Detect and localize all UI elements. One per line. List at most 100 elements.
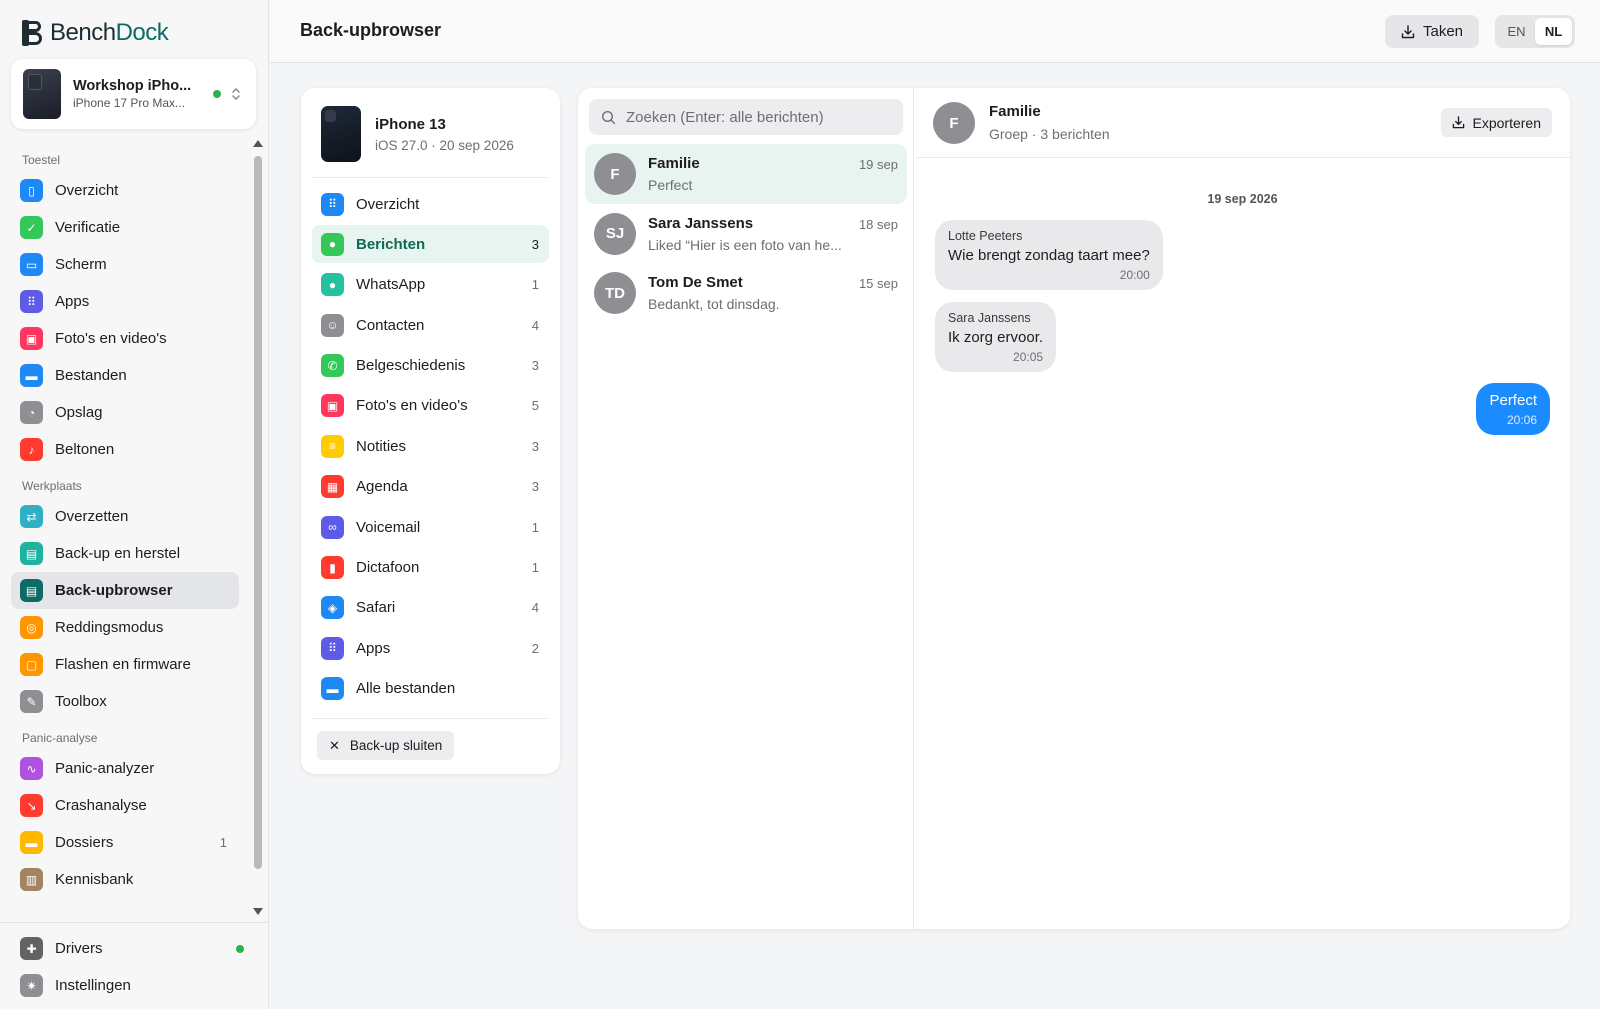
scroll-down-arrow-icon[interactable] [253,908,263,915]
microphone-icon: ▮ [321,556,344,580]
backup-category-alle-bestanden[interactable]: ▬ Alle bestanden [312,670,549,708]
item-count-badge: 2 [531,640,539,656]
backup-category-berichten[interactable]: ● Berichten 3 [312,225,549,264]
nav-section-toestel: Toestel [22,153,61,167]
sidebar-item-panic-analyzer[interactable]: ∿ Panic-analyzer [11,750,239,787]
scrollbar-thumb[interactable] [254,156,262,869]
device-thumbnail [23,69,61,119]
sidebar-item-label: Opslag [55,404,103,421]
sidebar-item-reddingsmodus[interactable]: ◎ Reddingsmodus [11,609,239,646]
backup-category-label: Foto's en video's [356,397,468,415]
backup-device-thumbnail [321,106,361,162]
waveform-icon: ∿ [20,757,43,780]
sidebar-item-foto-s-en-video-s[interactable]: ▣ Foto's en video's [11,320,239,357]
divider [312,718,549,719]
sidebar-item-label: Reddingsmodus [55,619,164,636]
export-label: Exporteren [1472,114,1541,131]
top-header: Back-upbrowser Taken EN NL [270,0,1600,63]
sidebar-item-opslag[interactable]: ◔ Opslag [11,394,239,431]
sidebar-item-scherm[interactable]: ▭ Scherm [11,246,239,283]
music-note-icon: ♪ [20,438,43,461]
conversation-item[interactable]: TD Tom De Smet 15 sep Bedankt, tot dinsd… [585,263,907,323]
download-tray-icon [1452,116,1464,129]
message-text: Ik zorg ervoor. [948,329,1044,346]
sidebar-item-kennisbank[interactable]: ▥ Kennisbank [11,861,239,898]
transfer-arrows-icon: ⇄ [20,505,43,528]
nav-section-werkplaats: Werkplaats [22,479,82,493]
calendar-icon: ▦ [321,475,344,499]
sidebar-item-label: Verificatie [55,219,121,236]
search-box[interactable] [589,99,903,135]
item-count-badge: 5 [531,398,539,414]
backup-category-contacten[interactable]: ☺ Contacten 4 [312,306,549,344]
backup-category-label: Notities [356,437,407,455]
avatar: F [933,102,975,144]
brand-name-part2: Dock [115,19,169,46]
backup-category-label: Dictafoon [356,559,420,577]
tasks-button[interactable]: Taken [1385,15,1479,48]
conversation-item[interactable]: SJ Sara Janssens 18 sep Liked “Hier is e… [585,204,907,264]
folder-icon: ▬ [20,364,43,387]
conversation-preview: Perfect [648,177,693,193]
folder-icon: ▬ [321,677,344,701]
sidebar-item-back-up-en-herstel[interactable]: ▤ Back-up en herstel [11,535,239,572]
message-text: Perfect [1489,392,1537,409]
backup-category-apps[interactable]: ⠿ Apps 2 [312,629,549,667]
sidebar-item-flashen-en-firmware[interactable]: ▢ Flashen en firmware [11,646,239,683]
backup-category-foto-s-en-video-s[interactable]: ▣ Foto's en video's 5 [312,387,549,425]
sidebar-item-dossiers[interactable]: ▬ Dossiers 1 [11,824,239,861]
photo-icon: ▣ [20,327,43,350]
sidebar-item-label: Apps [55,293,90,310]
device-selector[interactable]: Workshop iPho... iPhone 17 Pro Max... [11,59,256,129]
conversation-item[interactable]: F Familie 19 sep Perfect [585,144,907,204]
archive-browser-icon: ▤ [20,579,43,602]
backup-category-belgeschiedenis[interactable]: ✆ Belgeschiedenis 3 [312,347,549,385]
screen-icon: ▭ [20,253,43,276]
backup-category-label: Voicemail [356,518,421,536]
message-time: 20:00 [1119,268,1150,282]
sidebar-item-crashanalyse[interactable]: ↘ Crashanalyse [11,787,239,824]
day-separator: 19 sep 2026 [1207,192,1278,206]
backup-panel: iPhone 13 iOS 27.0 · 20 sep 2026 ⠿ Overzi… [301,88,560,774]
sidebar-item-apps[interactable]: ⠿ Apps [11,283,239,320]
item-count-badge: 1 [219,835,227,850]
lang-en-button[interactable]: EN [1498,18,1535,45]
sidebar-item-label: Back-upbrowser [55,582,173,599]
sidebar-item-beltonen[interactable]: ♪ Beltonen [11,431,239,468]
sidebar-item-verificatie[interactable]: ✓ Verificatie [11,209,239,246]
thread-subtitle: Groep · 3 berichten [989,126,1110,142]
lang-nl-button[interactable]: NL [1535,18,1572,45]
backup-category-notities[interactable]: ≡ Notities 3 [312,427,549,465]
sidebar-item-label: Foto's en video's [55,330,167,347]
sidebar-item-toolbox[interactable]: ✎ Toolbox [11,683,239,720]
scroll-up-arrow-icon[interactable] [253,140,263,147]
export-button[interactable]: Exporteren [1440,108,1552,137]
backup-category-whatsapp[interactable]: ● WhatsApp 1 [312,266,549,304]
backup-category-voicemail[interactable]: ∞ Voicemail 1 [312,508,549,546]
sidebar-item-back-upbrowser[interactable]: ▤ Back-upbrowser [11,572,239,609]
sidebar-item-label: Crashanalyse [55,797,147,814]
archive-icon: ▤ [20,542,43,565]
sidebar-item-instellingen[interactable]: ✷ Instellingen [11,967,258,1004]
chip-icon: ▢ [20,653,43,676]
search-input[interactable] [626,108,896,126]
sidebar-item-label: Kennisbank [55,871,134,888]
backup-category-dictafoon[interactable]: ▮ Dictafoon 1 [312,549,549,587]
backup-category-overzicht[interactable]: ⠿ Overzicht [312,185,549,223]
sidebar-nav: Toestel ▯ Overzicht ✓ Verificatie ▭ Scherm ⠿ Ap… [0,140,250,915]
sidebar-item-label: Dossiers [55,834,114,851]
sidebar-item-overzetten[interactable]: ⇄ Overzetten [11,498,239,535]
sidebar-item-drivers[interactable]: ✚ Drivers [11,930,258,967]
phone-icon: ▯ [20,179,43,202]
conversation-preview: Bedankt, tot dinsdag. [648,296,780,312]
backup-category-safari[interactable]: ◈ Safari 4 [312,589,549,627]
sidebar-scrollbar[interactable] [252,140,264,915]
close-backup-button[interactable]: ✕ Back-up sluiten [317,731,455,760]
sidebar-item-label: Flashen en firmware [55,656,191,673]
item-count-badge: 4 [531,317,539,333]
message-text: Wie brengt zondag taart mee? [948,247,1150,264]
sidebar-item-bestanden[interactable]: ▬ Bestanden [11,357,239,394]
backup-category-agenda[interactable]: ▦ Agenda 3 [312,468,549,506]
message-bubble-incoming: Sara Janssens Ik zorg ervoor. 20:05 [935,302,1057,372]
sidebar-item-overzicht[interactable]: ▯ Overzicht [11,172,239,209]
